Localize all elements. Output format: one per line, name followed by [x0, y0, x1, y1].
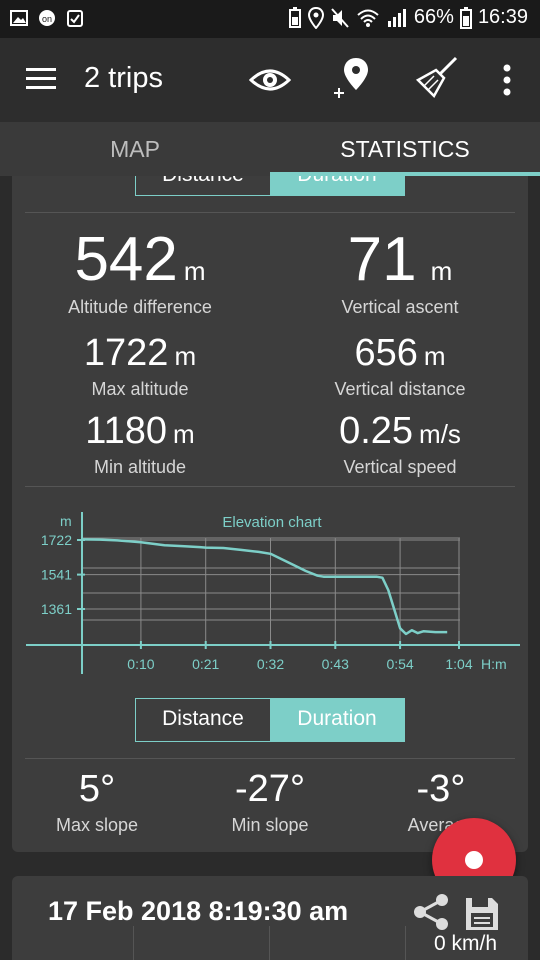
stat-vertical-ascent: 71 m Vertical ascent	[300, 224, 500, 318]
tab-bar: MAP STATISTICS	[0, 122, 540, 176]
stat-unit: m	[173, 419, 195, 449]
strip-cell	[0, 926, 134, 960]
distance-toggle-top[interactable]: Distance	[136, 176, 270, 195]
menu-icon[interactable]	[26, 66, 58, 92]
x-tick-label: 0:43	[322, 656, 349, 672]
stat-altitude-difference: 542 m Altitude difference	[40, 224, 240, 318]
clock-text: 16:39	[477, 6, 528, 28]
slope-min: -27° Min slope	[185, 768, 355, 836]
stat-label: Vertical ascent	[341, 297, 459, 317]
y-tick-label: 1541	[41, 567, 72, 583]
stat-unit: m	[174, 341, 197, 371]
stat-value: 1180	[85, 410, 168, 452]
slope-value: 5°	[78, 768, 116, 810]
strip-cell	[270, 926, 406, 960]
one-icon: on	[39, 10, 55, 26]
app-toolbar: 2 trips	[0, 38, 540, 122]
stat-unit: m	[423, 341, 446, 371]
y-axis-label: m	[60, 513, 72, 529]
location-icon	[307, 6, 324, 29]
duration-toggle[interactable]: Duration	[270, 699, 404, 741]
duration-toggle-top[interactable]: Duration	[270, 176, 404, 195]
chart-title: Elevation chart	[222, 514, 322, 531]
battery-icon	[459, 6, 472, 29]
wifi-icon	[357, 9, 379, 27]
page-title: 2 trips	[84, 62, 163, 94]
trip-speed: 0 km/h	[434, 932, 498, 955]
battery-text: 66%	[413, 6, 454, 28]
elevation-chart: 1722 1541 1361 0:10 0:21 0:32 0:43 0:54 1:04 H:m m…	[26, 512, 520, 674]
slope-label: Min slope	[231, 815, 309, 835]
x-tick-label: 0:32	[257, 656, 284, 672]
divider	[25, 486, 515, 487]
record-icon	[465, 851, 483, 869]
stat-label: Vertical speed	[343, 457, 457, 477]
mute-icon	[331, 7, 349, 28]
stat-label: Max altitude	[91, 379, 189, 399]
stat-vertical-distance: 656 m Vertical distance	[300, 332, 500, 400]
status-bar: on 66% 16:39	[0, 0, 540, 38]
x-tick-label: 0:54	[386, 656, 413, 672]
stat-label: Vertical distance	[334, 379, 466, 399]
slope-value: -3°	[416, 768, 466, 810]
stat-value: 1722	[83, 332, 169, 374]
stat-min-altitude: 1180 m Min altitude	[40, 410, 240, 478]
stat-vertical-speed: 0.25 m/s Vertical speed	[300, 410, 500, 478]
stat-label: Min altitude	[93, 457, 187, 477]
stat-value: 71	[347, 225, 417, 294]
signal-icon	[387, 8, 406, 27]
x-tick-label: 1:04	[445, 656, 472, 672]
slope-value: -27°	[234, 768, 306, 810]
stat-value: 542	[74, 225, 178, 294]
stat-unit: m	[183, 256, 206, 286]
screen: on 66% 16:39 2 trips MAP STATISTICS Dis	[0, 0, 540, 960]
image-icon	[10, 10, 28, 26]
add-location-icon[interactable]	[332, 56, 372, 100]
distance-toggle[interactable]: Distance	[136, 699, 270, 741]
divider	[25, 212, 515, 213]
strip-cell	[134, 926, 270, 960]
tab-map[interactable]: MAP	[0, 122, 270, 176]
slope-max: 5° Max slope	[12, 768, 182, 836]
more-vert-icon[interactable]	[494, 62, 520, 98]
y-tick-label: 1361	[41, 601, 72, 617]
segment-control-bottom: Distance Duration	[135, 698, 405, 742]
broom-icon[interactable]	[414, 54, 460, 100]
stat-label: Altitude difference	[68, 297, 212, 317]
slope-average: -3° Average	[356, 768, 526, 836]
stat-unit: m/s	[419, 419, 461, 449]
eye-icon[interactable]	[249, 64, 291, 96]
stat-max-altitude: 1722 m Max altitude	[40, 332, 240, 400]
trip-date: 17 Feb 2018 8:19:30 am	[48, 896, 349, 926]
checkbox-icon	[67, 10, 83, 27]
stat-unit: m	[430, 256, 453, 286]
x-tick-label: 0:21	[192, 656, 219, 672]
battery-saver-icon	[288, 6, 301, 28]
segment-control-top: Distance Duration	[135, 176, 405, 196]
divider	[25, 758, 515, 759]
y-tick-label: 1722	[41, 532, 72, 548]
x-axis-label: H:m	[481, 656, 507, 672]
stat-value: 656	[354, 332, 418, 374]
x-tick-label: 0:10	[127, 656, 154, 672]
slope-label: Max slope	[55, 815, 139, 835]
svg-text:on: on	[42, 14, 52, 24]
tab-statistics[interactable]: STATISTICS	[270, 122, 540, 176]
stat-value: 0.25	[339, 410, 414, 452]
